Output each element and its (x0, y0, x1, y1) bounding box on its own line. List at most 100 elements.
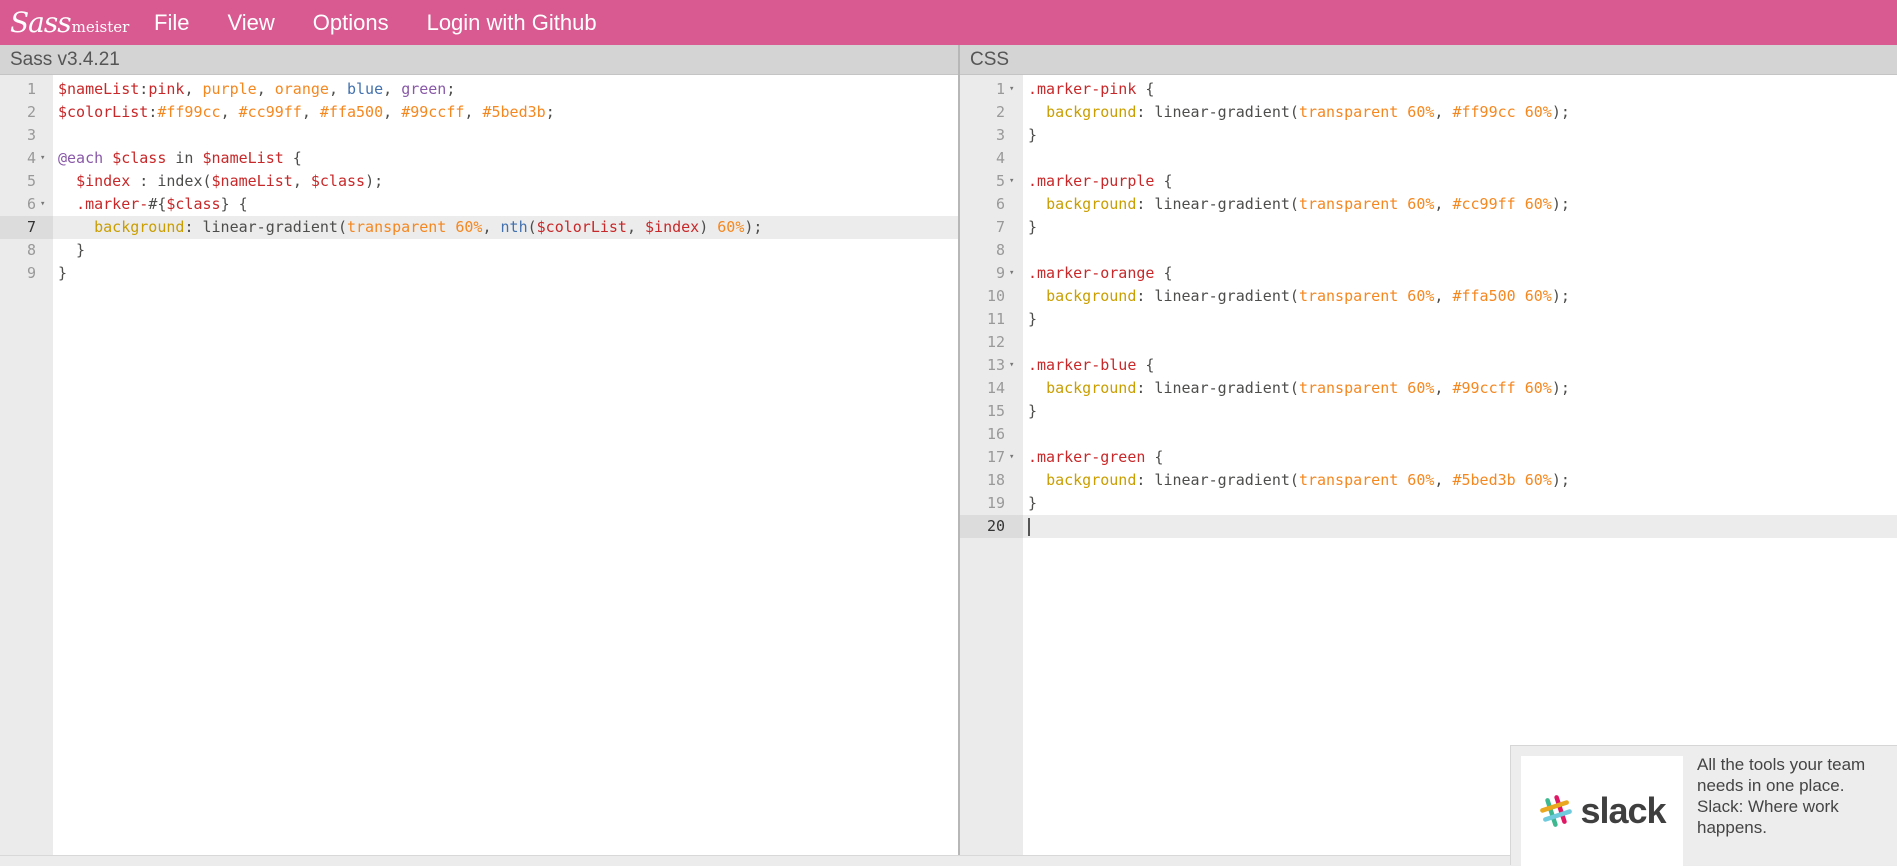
code-line[interactable]: 7} (960, 216, 1897, 239)
code-token: ); (1551, 195, 1570, 213)
fold-triangle-icon[interactable]: ▾ (1009, 446, 1014, 469)
code-line[interactable]: 1 ▾ .marker-pink { (960, 78, 1897, 101)
line-number: 13 (986, 356, 1005, 374)
code-line[interactable]: 7 background: linear-gradient(transparen… (0, 216, 958, 239)
code-token: : index( (130, 172, 212, 190)
code-text: background: linear-gradient(transparent … (1028, 377, 1570, 400)
fold-triangle-icon[interactable]: ▾ (1009, 262, 1014, 285)
code-token: .marker-orange (1028, 264, 1155, 282)
code-token: } (1028, 126, 1038, 144)
code-line[interactable]: 18 background: linear-gradient(transpare… (960, 469, 1897, 492)
css-editor[interactable]: 1 ▾ .marker-pink {2 background: linear-gra… (960, 75, 1897, 855)
code-token: #5bed3b 60% (1452, 471, 1552, 489)
code-line[interactable]: 13 ▾ .marker-blue { (960, 354, 1897, 377)
code-line[interactable]: 8 } (0, 239, 958, 262)
code-token: , (626, 218, 646, 236)
line-number: 2 (26, 103, 36, 121)
line-number: 15 (986, 402, 1005, 420)
code-line[interactable]: 3} (960, 124, 1897, 147)
css-code-lines[interactable]: 1 ▾ .marker-pink {2 background: linear-gra… (960, 78, 1897, 538)
code-line[interactable]: 8 (960, 239, 1897, 262)
code-text: background: linear-gradient(transparent … (1028, 285, 1570, 308)
code-line[interactable]: 5 ▾ .marker-purple { (960, 170, 1897, 193)
code-token: ); (1551, 103, 1570, 121)
sass-editor[interactable]: 1 $nameList:pink, purple, orange, blue, g… (0, 75, 958, 855)
code-line[interactable]: 19} (960, 492, 1897, 515)
line-number: 7 (26, 218, 36, 236)
line-number: 6 (26, 195, 36, 213)
code-line[interactable]: 2 $colorList:#ff99cc, #cc99ff, #ffa500, #… (0, 101, 958, 124)
code-token: , (383, 80, 402, 98)
code-line[interactable]: 4 (960, 147, 1897, 170)
code-token: { (283, 149, 302, 167)
line-number: 3 (26, 126, 36, 144)
code-line[interactable]: 9 ▾ .marker-orange { (960, 262, 1897, 285)
code-line[interactable]: 17 ▾ .marker-green { (960, 446, 1897, 469)
code-token: #cc99ff (238, 103, 302, 121)
code-text: } (58, 239, 85, 262)
code-line[interactable]: 6 background: linear-gradient(transparen… (960, 193, 1897, 216)
menu-view[interactable]: View (227, 0, 274, 45)
code-token: , (292, 172, 311, 190)
code-token: { (1136, 356, 1155, 374)
code-text: $nameList:pink, purple, orange, blue, gr… (58, 78, 455, 101)
code-line[interactable]: 16 (960, 423, 1897, 446)
menu-options[interactable]: Options (313, 0, 389, 45)
line-number: 20 (986, 517, 1005, 535)
menu-file[interactable]: File (154, 0, 189, 45)
code-text: } (1028, 216, 1037, 239)
code-token: #ffa500 (319, 103, 384, 121)
menu-login-github[interactable]: Login with Github (427, 0, 597, 45)
line-number: 18 (986, 471, 1005, 489)
fold-triangle-icon[interactable]: ▾ (40, 147, 45, 170)
code-text: $index : index($nameList, $class); (58, 170, 383, 193)
code-token: transparent 60% (1298, 195, 1435, 213)
fold-triangle-icon[interactable]: ▾ (1009, 170, 1014, 193)
code-line[interactable]: 11} (960, 308, 1897, 331)
line-number: 12 (986, 333, 1005, 351)
code-token: { (1136, 80, 1155, 98)
fold-triangle-icon[interactable]: ▾ (40, 193, 45, 216)
fold-triangle-icon[interactable]: ▾ (1009, 78, 1014, 101)
code-token: , (256, 80, 275, 98)
code-token: ); (1551, 287, 1570, 305)
code-text: .marker-pink { (1028, 78, 1154, 101)
code-token: } { (220, 195, 248, 213)
line-number: 1 (26, 80, 36, 98)
ad-text[interactable]: All the tools your team needs in one pla… (1697, 754, 1887, 838)
code-token: , (383, 103, 402, 121)
sassmeister-logo[interactable]: Sass meister (10, 0, 140, 45)
code-line[interactable]: 2 background: linear-gradient(transparen… (960, 101, 1897, 124)
code-line[interactable]: 3 (0, 124, 958, 147)
code-text: } (1028, 308, 1037, 331)
code-line[interactable]: 15} (960, 400, 1897, 423)
code-line[interactable]: 14 background: linear-gradient(transpare… (960, 377, 1897, 400)
line-number: 16 (986, 425, 1005, 443)
code-token: #99ccff (401, 103, 465, 121)
code-line[interactable]: 5 $index : index($nameList, $class); (0, 170, 958, 193)
code-text: } (1028, 400, 1037, 423)
code-line[interactable]: 9} (0, 262, 958, 285)
sass-pane-header[interactable]: Sass v3.4.21 (0, 45, 958, 75)
sass-code-lines[interactable]: 1 $nameList:pink, purple, orange, blue, g… (0, 78, 958, 285)
code-text: .marker-#{$class} { (58, 193, 248, 216)
code-line[interactable]: 10 background: linear-gradient(transpare… (960, 285, 1897, 308)
code-line[interactable]: 20 (960, 515, 1897, 538)
line-number: 19 (986, 494, 1005, 512)
line-number: 7 (995, 218, 1005, 236)
fold-triangle-icon[interactable]: ▾ (1009, 354, 1014, 377)
code-token: .marker-pink (1028, 80, 1137, 98)
code-line[interactable]: 12 (960, 331, 1897, 354)
code-line[interactable]: 4 ▾ @each $class in $nameList { (0, 147, 958, 170)
slack-ad[interactable]: slack All the tools your team needs in o… (1510, 745, 1897, 866)
code-token: #ff99cc 60% (1452, 103, 1552, 121)
code-token: : linear-gradient( (1136, 195, 1299, 213)
line-number: 9 (26, 264, 36, 282)
code-token: ; (545, 103, 555, 121)
code-line[interactable]: 1 $nameList:pink, purple, orange, blue, g… (0, 78, 958, 101)
css-pane-header[interactable]: CSS (960, 45, 1897, 75)
slack-logo[interactable]: slack (1521, 756, 1683, 866)
code-line[interactable]: 6 ▾ .marker-#{$class} { (0, 193, 958, 216)
